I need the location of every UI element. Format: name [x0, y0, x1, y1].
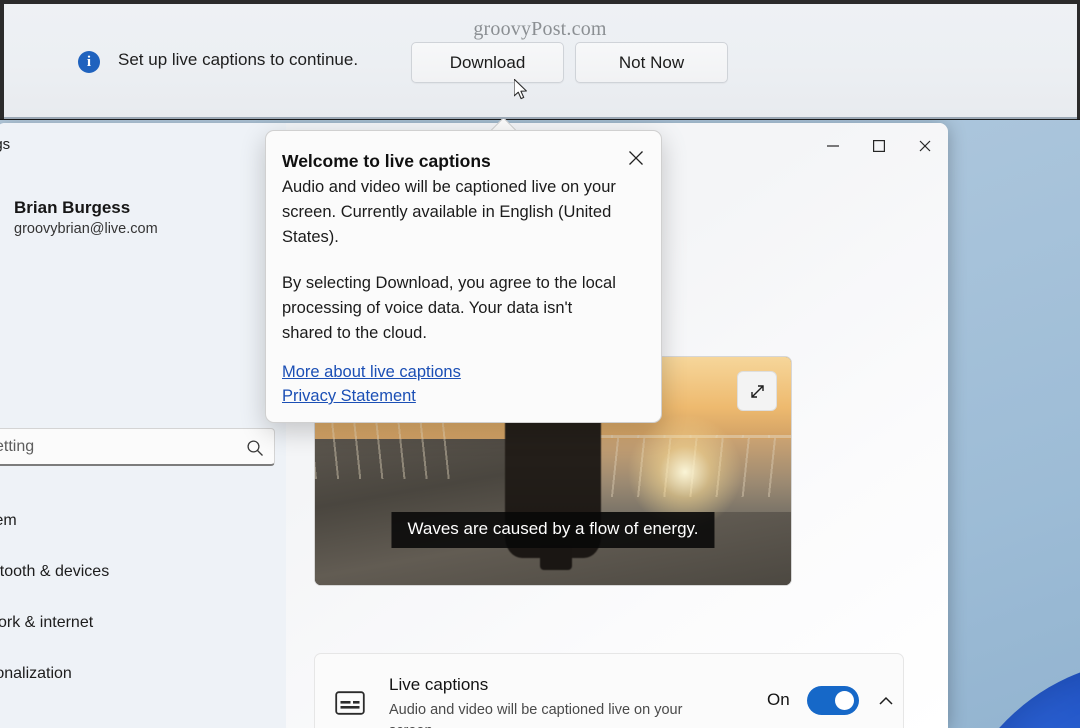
- toggle-knob: [835, 691, 854, 710]
- maximize-button[interactable]: [856, 126, 902, 166]
- notification-message: Set up live captions to continue.: [118, 50, 359, 69]
- chevron-up-icon[interactable]: [875, 690, 897, 712]
- toggle-state-label: On: [767, 690, 790, 709]
- sidebar-item-label: uetooth & devices: [0, 562, 110, 580]
- download-button[interactable]: Download: [411, 42, 564, 83]
- sidebar-item-system[interactable]: stem: [0, 495, 286, 546]
- close-icon[interactable]: [621, 143, 651, 173]
- welcome-flyout-dialog: Welcome to live captions Audio and video…: [265, 130, 662, 423]
- info-icon: i: [78, 51, 100, 73]
- search-input-value: etting: [0, 438, 35, 455]
- search-icon: [246, 439, 264, 457]
- expand-diagonal-icon[interactable]: [737, 371, 777, 411]
- flyout-title: Welcome to live captions: [282, 151, 491, 171]
- screen-root: ngs Brian Burgess groovybrian@live.com e…: [0, 0, 1080, 728]
- account-block[interactable]: Brian Burgess groovybrian@live.com: [14, 198, 158, 237]
- settings-sidebar: ngs Brian Burgess groovybrian@live.com e…: [0, 123, 286, 728]
- sidebar-item-label: stem: [0, 511, 17, 529]
- live-captions-toggle[interactable]: [807, 686, 859, 715]
- setting-description: Audio and video will be captioned live o…: [389, 702, 683, 728]
- notification-bar: groovyPost.com i Set up live captions to…: [0, 0, 1080, 119]
- privacy-statement-link[interactable]: Privacy Statement: [282, 387, 416, 406]
- minimize-button[interactable]: [810, 126, 856, 166]
- live-caption-text: Waves are caused by a flow of energy.: [391, 512, 715, 548]
- sidebar-nav: stem uetooth & devices twork & internet …: [0, 495, 286, 728]
- closed-caption-icon: [335, 691, 365, 715]
- search-input[interactable]: etting: [0, 428, 275, 466]
- sidebar-item-personalization[interactable]: rsonalization: [0, 648, 286, 699]
- video-railing-left: [315, 416, 458, 479]
- close-button[interactable]: [902, 126, 948, 166]
- account-email: groovybrian@live.com: [14, 221, 158, 237]
- wallpaper-blue-shape: [938, 660, 1080, 728]
- sidebar-item-label: rsonalization: [0, 664, 72, 682]
- screen-border-top: [0, 0, 1080, 4]
- setting-title: Live captions: [389, 675, 489, 694]
- sidebar-item-label: twork & internet: [0, 613, 94, 631]
- sidebar-item-bluetooth-devices[interactable]: uetooth & devices: [0, 546, 286, 597]
- sidebar-item-network-internet[interactable]: twork & internet: [0, 597, 286, 648]
- more-about-live-captions-link[interactable]: More about live captions: [282, 363, 461, 382]
- app-title: ngs: [0, 136, 11, 153]
- flyout-paragraph-2: By selecting Download, you agree to the …: [282, 274, 616, 342]
- window-titlebar: [718, 123, 948, 169]
- account-name: Brian Burgess: [14, 198, 131, 217]
- flyout-paragraph-1: Audio and video will be captioned live o…: [282, 178, 616, 246]
- watermark: groovyPost.com: [473, 18, 607, 40]
- not-now-button[interactable]: Not Now: [575, 42, 728, 83]
- live-captions-setting-card: Live captions Audio and video will be ca…: [314, 653, 904, 728]
- sidebar-item-apps[interactable]: ps: [0, 699, 286, 728]
